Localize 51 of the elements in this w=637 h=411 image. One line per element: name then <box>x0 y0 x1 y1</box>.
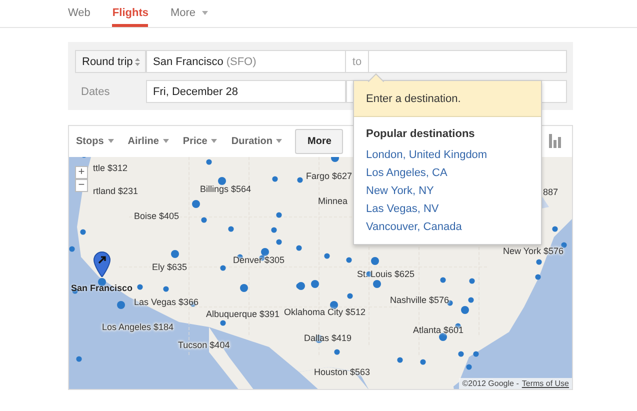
city-price-label[interactable]: Fargo $627 <box>306 170 352 181</box>
city-price-label[interactable]: Los Angeles $184 <box>102 322 174 332</box>
caret-icon <box>276 139 282 144</box>
city-price-label[interactable]: Minnea <box>318 196 348 206</box>
caret-icon <box>108 139 114 144</box>
destination-link[interactable]: Los Angeles, CA <box>366 167 529 180</box>
city-price-label[interactable]: 887 <box>543 186 558 197</box>
destination-field[interactable] <box>368 50 567 73</box>
zoom-in-button[interactable]: + <box>75 166 88 179</box>
city-price-label[interactable]: Oklahoma City $512 <box>284 306 366 317</box>
destination-link[interactable]: New York, NY <box>366 185 529 198</box>
date-field[interactable]: Fri, December 28 <box>146 80 346 103</box>
city-price-label[interactable]: St. Louis $625 <box>357 268 415 279</box>
origin-city-label: San Francisco <box>71 282 133 293</box>
city-price-label[interactable]: Billings $564 <box>200 184 252 194</box>
origin-field[interactable]: San Francisco (SFO) <box>146 50 346 73</box>
destination-link[interactable]: London, United Kingdom <box>366 149 529 162</box>
city-price-label[interactable]: Nashville $576 <box>390 294 450 305</box>
city-price-label[interactable]: ttle $312 <box>93 162 128 173</box>
nav-tab[interactable]: Flights <box>112 0 148 27</box>
copyright-text: ©2012 Google - <box>462 379 519 388</box>
city-price-label[interactable]: Ely $635 <box>152 262 188 272</box>
trip-type-select[interactable]: Round trip <box>75 50 146 73</box>
nav-tab[interactable]: Web <box>68 0 90 27</box>
dates-label: Dates <box>80 84 111 100</box>
popular-heading: Popular destinations <box>366 128 476 140</box>
caret-icon <box>162 139 169 144</box>
destination-link[interactable]: Las Vegas, NV <box>366 203 529 216</box>
nav-tab[interactable]: More <box>170 0 208 27</box>
city-price-label[interactable]: Boise $405 <box>134 210 180 221</box>
city-price-label[interactable]: Las Vegas $366 <box>134 296 199 307</box>
filter-dropdown[interactable]: Airline <box>126 136 176 147</box>
city-price-label[interactable]: Atlanta $601 <box>413 324 464 335</box>
city-price-label[interactable]: rtland $231 <box>93 186 138 196</box>
city-price-label[interactable]: Albuquerque $391 <box>206 308 280 319</box>
filter-dropdown[interactable]: Stops <box>75 136 121 147</box>
filter-dropdown[interactable]: Price <box>182 136 224 147</box>
zoom-out-button[interactable]: − <box>75 178 88 192</box>
map-pin-icon <box>93 250 111 277</box>
hint-message: Enter a destination. <box>354 81 541 117</box>
updown-icon <box>135 58 140 66</box>
city-price-label[interactable]: New York $576 <box>503 246 564 256</box>
to-label: to <box>346 50 368 73</box>
filter-dropdown[interactable]: Duration <box>230 136 290 147</box>
destination-link[interactable]: Vancouver, Canada <box>366 221 529 234</box>
more-button[interactable]: More <box>295 128 344 154</box>
city-price-label[interactable]: Tucson $404 <box>178 340 230 350</box>
terms-link[interactable]: Terms of Use <box>522 379 569 388</box>
caret-icon <box>211 139 218 144</box>
bar-chart-icon[interactable] <box>549 134 561 148</box>
city-price-label[interactable]: Denver $305 <box>233 254 285 265</box>
